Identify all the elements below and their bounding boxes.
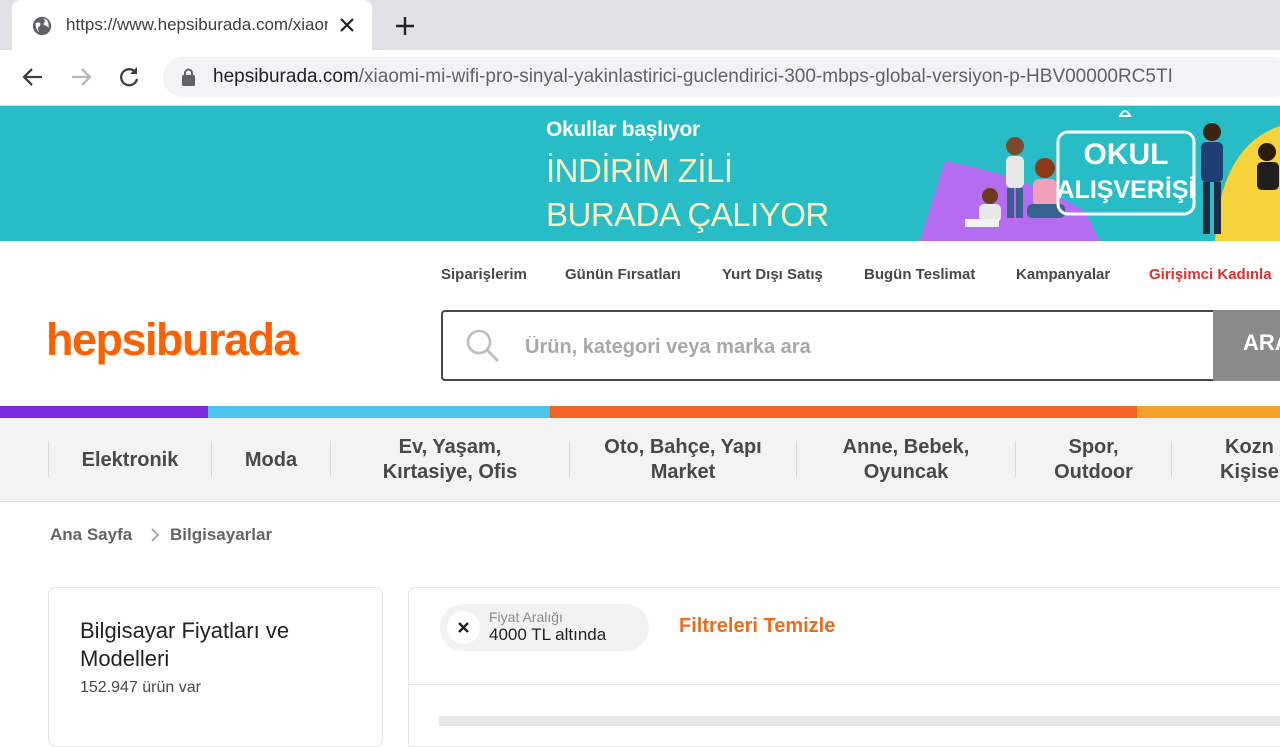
product-count: 152.947 ürün var	[80, 679, 201, 696]
category-label: Outdoor	[1054, 461, 1133, 483]
banner-line-2: İNDİRİM ZİLİ	[546, 152, 733, 189]
category-label: Kırtasiye, Ofis	[382, 461, 518, 483]
close-icon	[458, 622, 469, 633]
top-links: Siparişlerim Günün Fırsatları Yurt Dışı …	[0, 266, 1280, 286]
search-box	[441, 310, 1215, 381]
category-moda[interactable]: Moda	[212, 418, 330, 502]
kid-figure-4	[1201, 123, 1223, 234]
top-link-siparislerim[interactable]: Siparişlerim	[441, 266, 527, 283]
promo-banner[interactable]: Okullar başlıyor İNDİRİM ZİLİ BURADA ÇAL…	[0, 106, 1280, 241]
url-text: hepsiburada.com/xiaomi-mi-wifi-pro-sinya…	[213, 66, 1173, 88]
top-link-yurt-disi-satis[interactable]: Yurt Dışı Satış	[722, 266, 823, 283]
category-label: Oyuncak	[863, 461, 949, 483]
filter-chip-value: 4000 TL altında	[489, 625, 607, 644]
banner-line-3: BURADA ÇALIYOR	[546, 196, 829, 233]
clear-filters-button[interactable]: Filtreleri Temizle	[679, 615, 835, 638]
category-ev-yasam[interactable]: Ev, Yaşam, Kırtasiye, Ofis	[331, 418, 569, 502]
category-label: Market	[650, 461, 716, 483]
browser-tabstrip: https://www.hepsiburada.com/xiaomi	[0, 0, 1280, 50]
category-label: Moda	[244, 448, 298, 471]
category-nav: Elektronik Moda Ev, Yaşam, Kırtasiye, Ofi…	[0, 418, 1280, 502]
top-link-gunun-firsatlari[interactable]: Günün Fırsatları	[565, 266, 681, 283]
category-spor[interactable]: Spor, Outdoor	[1016, 418, 1171, 502]
category-color-bar	[0, 406, 1280, 418]
search-button[interactable]: ARA	[1213, 310, 1280, 381]
reload-icon[interactable]	[116, 64, 142, 90]
kid-figure-5	[1257, 143, 1279, 190]
tab-title: https://www.hepsiburada.com/xiaomi	[66, 15, 328, 34]
top-link-bugun-teslimat[interactable]: Bugün Teslimat	[864, 266, 975, 283]
badge-line-2: ALIŞVERİŞİ	[1057, 176, 1196, 204]
category-kozmetik[interactable]: Kozn Kişise	[1172, 418, 1280, 502]
category-oto-bahce[interactable]: Oto, Bahçe, Yapı Market	[570, 418, 796, 502]
category-label: Kozn	[1225, 436, 1274, 458]
top-link-kampanyalar[interactable]: Kampanyalar	[1016, 266, 1110, 283]
badge-line-1: OKUL	[1084, 138, 1169, 171]
new-tab-plus-icon[interactable]	[393, 14, 417, 38]
category-label: Ev, Yaşam,	[398, 436, 502, 458]
search-input[interactable]	[523, 330, 1187, 364]
okul-alisverisi-badge: OKUL ALIŞVERİŞİ	[1056, 110, 1196, 216]
site-logo[interactable]: hepsiburada	[46, 314, 299, 366]
color-bar-purple	[0, 406, 208, 418]
url-domain: hepsiburada.com	[213, 66, 359, 87]
chevron-right-icon	[151, 528, 160, 542]
globe-icon	[32, 16, 52, 36]
search-icon	[466, 329, 499, 362]
breadcrumb-home[interactable]: Ana Sayfa	[50, 525, 132, 545]
forward-arrow-icon[interactable]	[68, 64, 94, 90]
back-arrow-icon[interactable]	[20, 64, 46, 90]
close-icon[interactable]	[336, 14, 358, 36]
color-bar-orange	[550, 406, 1137, 418]
category-elektronik[interactable]: Elektronik	[49, 418, 211, 502]
banner-illustration: OKUL ALIŞVERİŞİ	[920, 110, 1280, 241]
sort-bar-placeholder	[439, 716, 1280, 726]
top-link-girisimci-kadinlar[interactable]: Girişimci Kadınla	[1149, 266, 1272, 283]
category-label: Anne, Bebek,	[842, 436, 970, 458]
page-title: Bilgisayar Fiyatları ve Modelleri	[80, 618, 290, 671]
lock-icon[interactable]	[181, 68, 196, 86]
remove-filter-button[interactable]	[447, 611, 480, 644]
category-label: Spor,	[1068, 436, 1119, 458]
category-label: Elektronik	[81, 448, 179, 471]
breadcrumb-current[interactable]: Bilgisayarlar	[170, 525, 272, 545]
filter-chip-price[interactable]: Fiyat Aralığı 4000 TL altında	[440, 604, 649, 651]
address-bar[interactable]: hepsiburada.com/xiaomi-mi-wifi-pro-sinya…	[163, 57, 1280, 97]
filter-chip-label: Fiyat Aralığı	[489, 609, 563, 625]
category-label: Kişise	[1220, 461, 1279, 483]
banner-line-1: Okullar başlıyor	[546, 118, 700, 141]
category-info-card: Bilgisayar Fiyatları ve Modelleri 152.94…	[48, 587, 383, 747]
category-label: Oto, Bahçe, Yapı	[604, 436, 762, 458]
category-anne-bebek[interactable]: Anne, Bebek, Oyuncak	[797, 418, 1015, 502]
color-bar-blue	[208, 406, 550, 418]
browser-toolbar: hepsiburada.com/xiaomi-mi-wifi-pro-sinya…	[0, 50, 1280, 106]
divider	[409, 684, 1280, 685]
url-path: /xiaomi-mi-wifi-pro-sinyal-yakinlastiric…	[358, 66, 1173, 87]
browser-tab[interactable]: https://www.hepsiburada.com/xiaomi	[12, 0, 372, 50]
color-bar-amber	[1137, 406, 1280, 418]
active-filters-panel: Fiyat Aralığı 4000 TL altında Filtreleri…	[408, 587, 1280, 747]
